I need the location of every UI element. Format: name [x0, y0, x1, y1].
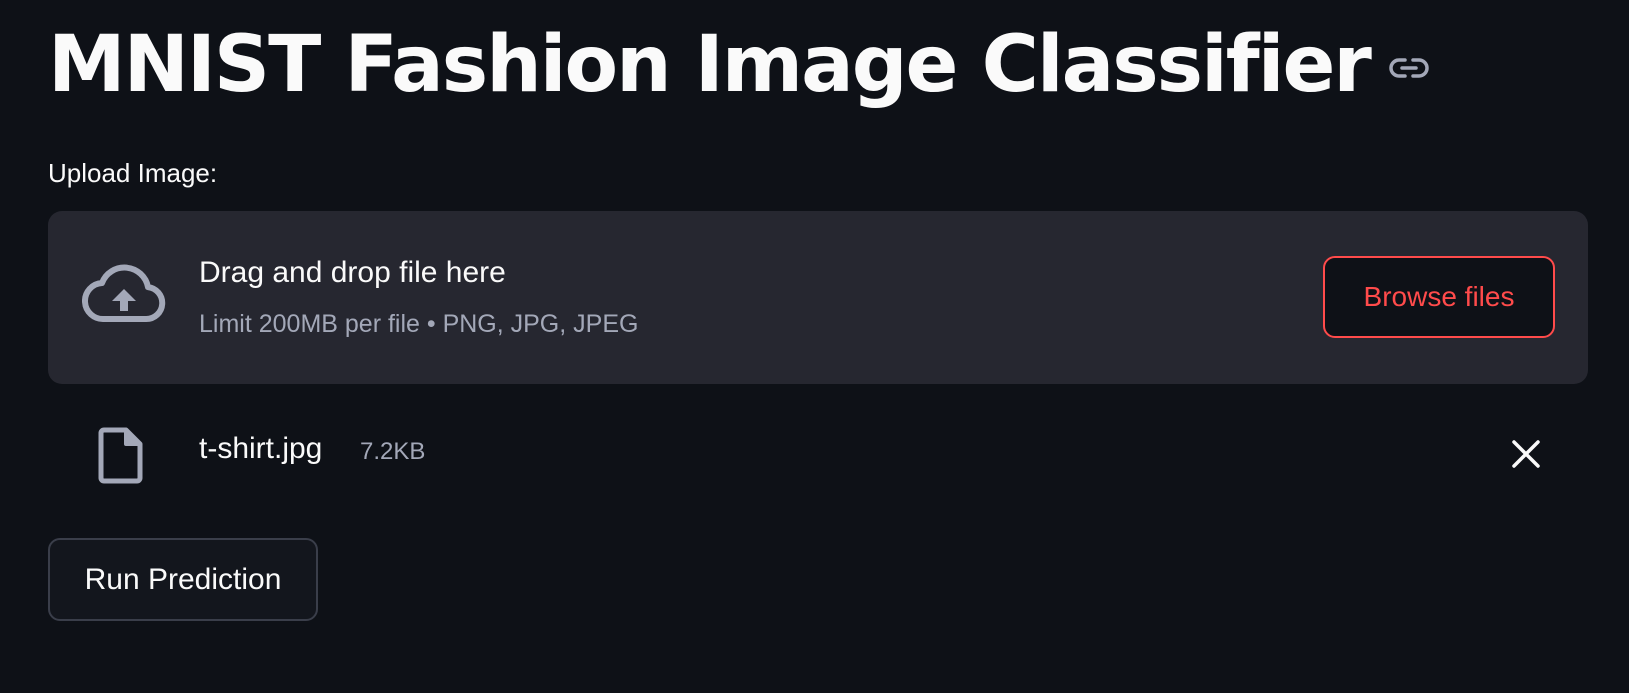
title-row: MNIST Fashion Image Classifier	[48, 10, 1432, 120]
cloud-upload-icon	[81, 261, 166, 331]
uploaded-file-row: t-shirt.jpg 7.2KB	[48, 418, 1548, 498]
uploaded-file-name: t-shirt.jpg	[199, 432, 323, 465]
page-title: MNIST Fashion Image Classifier	[48, 20, 1372, 110]
close-icon[interactable]	[1508, 436, 1544, 472]
browse-files-button[interactable]: Browse files	[1323, 256, 1555, 338]
dropzone-limit-text: Limit 200MB per file • PNG, JPG, JPEG	[199, 310, 639, 338]
dropzone-title: Drag and drop file here	[199, 256, 506, 289]
run-prediction-button[interactable]: Run Prediction	[48, 538, 318, 621]
file-dropzone[interactable]: Drag and drop file here Limit 200MB per …	[48, 211, 1588, 384]
link-icon[interactable]	[1386, 45, 1432, 91]
upload-label: Upload Image:	[48, 158, 218, 188]
dropzone-instructions: Drag and drop file here Limit 200MB per …	[199, 255, 638, 339]
uploaded-file-size: 7.2KB	[360, 438, 426, 465]
file-icon	[98, 426, 144, 484]
